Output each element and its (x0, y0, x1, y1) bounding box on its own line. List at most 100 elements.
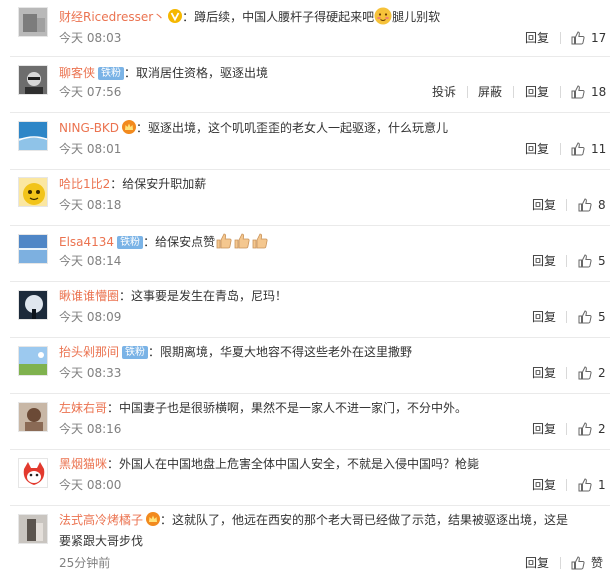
reply-button[interactable]: 回复 (532, 421, 556, 437)
reply-button[interactable]: 回复 (525, 84, 549, 100)
reply-button[interactable]: 回复 (525, 30, 549, 46)
comment-item: 法式高冷烤橘子 ：这就队了，他远在西安的那个老大哥已经做了示范，结果被驱逐出境，这… (0, 506, 610, 571)
comment-text: ：给保安点赞 (143, 235, 216, 249)
comment-text-continued: 要紧跟大哥步伐 (59, 534, 144, 548)
comment-time: 今天 08:33 (59, 366, 122, 380)
reply-button[interactable]: 回复 (532, 197, 556, 213)
comment-item: 抬头剁那间 铁粉 ：限期离境，华夏大地容不得这些老外在这里撒野 今天 08:33 回… (0, 338, 610, 394)
action-divider (560, 86, 561, 98)
comment-time: 今天 08:00 (59, 478, 122, 492)
comment-text: ：中国妻子也是很骄横啊，果然不是一家人不进一家门，不分中外。 (107, 401, 468, 415)
comment-item: 瞅谁谁懵圈：这事要是发生在青岛，尼玛！ 今天 08:09 回复 5 (0, 282, 610, 338)
like-count: 8 (598, 198, 606, 212)
comment-item: 财经Ricedresser丶 ：蹲后续，中国人腰杆子得硬起来吧 腿儿别软 今天 08… (0, 0, 610, 56)
avatar[interactable] (18, 234, 48, 264)
avatar[interactable] (18, 7, 48, 37)
avatar[interactable] (18, 290, 48, 320)
like-thumb-icon[interactable] (578, 422, 592, 436)
like-count: 17 (591, 31, 607, 45)
like-label[interactable]: 赞 (591, 555, 603, 571)
comment-time: 今天 08:18 (59, 198, 122, 212)
thumbs-up-emoji-icon (252, 233, 268, 249)
like-thumb-icon[interactable] (571, 142, 585, 156)
action-divider (467, 86, 468, 98)
like-thumb-icon[interactable] (571, 556, 585, 570)
comment-text: ：驱逐出境，这个叽叽歪歪的老女人一起驱逐，什么玩意儿 (136, 121, 449, 135)
action-divider (566, 367, 567, 379)
comment-item: 黑烟猫咪：外国人在中国地盘上危害全体中国人安全，不就是入侵中国吗？枪毙 今天 0… (0, 450, 610, 506)
comment-text: ：给保安升职加薪 (110, 177, 207, 191)
reply-button[interactable]: 回复 (525, 555, 549, 571)
like-thumb-icon[interactable] (571, 31, 585, 45)
action-divider (566, 311, 567, 323)
action-divider (513, 86, 514, 98)
report-button[interactable]: 投诉 (432, 84, 456, 100)
thumbs-up-emoji-icon (216, 233, 232, 249)
blushing-face-emoji-icon (374, 7, 392, 25)
vip-badge-icon (168, 9, 183, 23)
like-thumb-icon[interactable] (578, 310, 592, 324)
action-divider (566, 199, 567, 211)
username-link[interactable]: 瞅谁谁懵圈 (59, 289, 119, 303)
comment-item: 聊客侠 铁粉 ：取消居住资格，驱逐出境 今天 07:56 投诉 屏蔽 回复 18 (0, 57, 610, 113)
like-count: 5 (598, 310, 606, 324)
like-count: 1 (598, 478, 606, 492)
comment-time: 今天 08:14 (59, 254, 122, 268)
avatar[interactable] (18, 121, 48, 151)
username-link[interactable]: 哈比1比2 (59, 177, 110, 191)
like-thumb-icon[interactable] (571, 85, 585, 99)
reply-button[interactable]: 回复 (532, 365, 556, 381)
crown-badge-icon (122, 120, 137, 134)
thumbs-up-emoji-icon (234, 233, 250, 249)
username-link[interactable]: 抬头剁那间 (59, 345, 119, 359)
comment-text: ：外国人在中国地盘上危害全体中国人安全，不就是入侵中国吗？枪毙 (107, 457, 480, 471)
comment-time: 今天 07:56 (59, 85, 122, 99)
comment-text-continued: 腿儿别软 (392, 10, 441, 24)
avatar[interactable] (18, 402, 48, 432)
avatar[interactable] (18, 458, 48, 488)
avatar[interactable] (18, 514, 48, 544)
username-link[interactable]: 财经Ricedresser丶 (59, 10, 165, 24)
reply-button[interactable]: 回复 (532, 253, 556, 269)
comment-text: ：这就队了，他远在西安的那个老大哥已经做了示范，结果被驱逐出境，这是 (160, 513, 569, 527)
avatar[interactable] (18, 65, 48, 95)
crown-badge-icon (146, 512, 161, 526)
reply-button[interactable]: 回复 (532, 309, 556, 325)
avatar[interactable] (18, 346, 48, 376)
comment-time: 今天 08:16 (59, 422, 122, 436)
comment-item: NING-BKD ：驱逐出境，这个叽叽歪歪的老女人一起驱逐，什么玩意儿 今天 08… (0, 113, 610, 169)
like-count: 2 (598, 422, 606, 436)
like-thumb-icon[interactable] (578, 366, 592, 380)
comment-time: 25分钟前 (59, 556, 111, 570)
fan-badge: 铁粉 (122, 346, 149, 359)
reply-button[interactable]: 回复 (532, 477, 556, 493)
comment-item: Elsa4134 铁粉 ：给保安点赞 今天 08:14 回复 5 (0, 226, 610, 282)
like-thumb-icon[interactable] (578, 478, 592, 492)
username-link[interactable]: 左妹右哥 (59, 401, 107, 415)
like-count: 18 (591, 85, 607, 99)
comment-time: 今天 08:03 (59, 31, 122, 45)
reply-button[interactable]: 回复 (525, 141, 549, 157)
action-divider (566, 423, 567, 435)
like-thumb-icon[interactable] (578, 254, 592, 268)
action-divider (566, 255, 567, 267)
comment-text: ：取消居住资格，驱逐出境 (124, 66, 269, 80)
comment-text: ：蹲后续，中国人腰杆子得硬起来吧 (182, 10, 375, 24)
action-divider (560, 557, 561, 569)
block-button[interactable]: 屏蔽 (478, 84, 502, 100)
like-thumb-icon[interactable] (578, 198, 592, 212)
action-divider (560, 32, 561, 44)
comment-time: 今天 08:01 (59, 142, 122, 156)
fan-badge: 铁粉 (117, 236, 144, 249)
username-link[interactable]: Elsa4134 (59, 235, 114, 249)
username-link[interactable]: 聊客侠 (59, 66, 95, 80)
username-link[interactable]: 黑烟猫咪 (59, 457, 107, 471)
like-count: 5 (598, 254, 606, 268)
fan-badge: 铁粉 (98, 67, 125, 80)
comment-item: 哈比1比2：给保安升职加薪 今天 08:18 回复 8 (0, 170, 610, 226)
avatar[interactable] (18, 177, 48, 207)
username-link[interactable]: NING-BKD (59, 121, 119, 135)
action-divider (566, 479, 567, 491)
username-link[interactable]: 法式高冷烤橘子 (59, 513, 143, 527)
comment-item: 左妹右哥：中国妻子也是很骄横啊，果然不是一家人不进一家门，不分中外。 今天 08… (0, 394, 610, 450)
